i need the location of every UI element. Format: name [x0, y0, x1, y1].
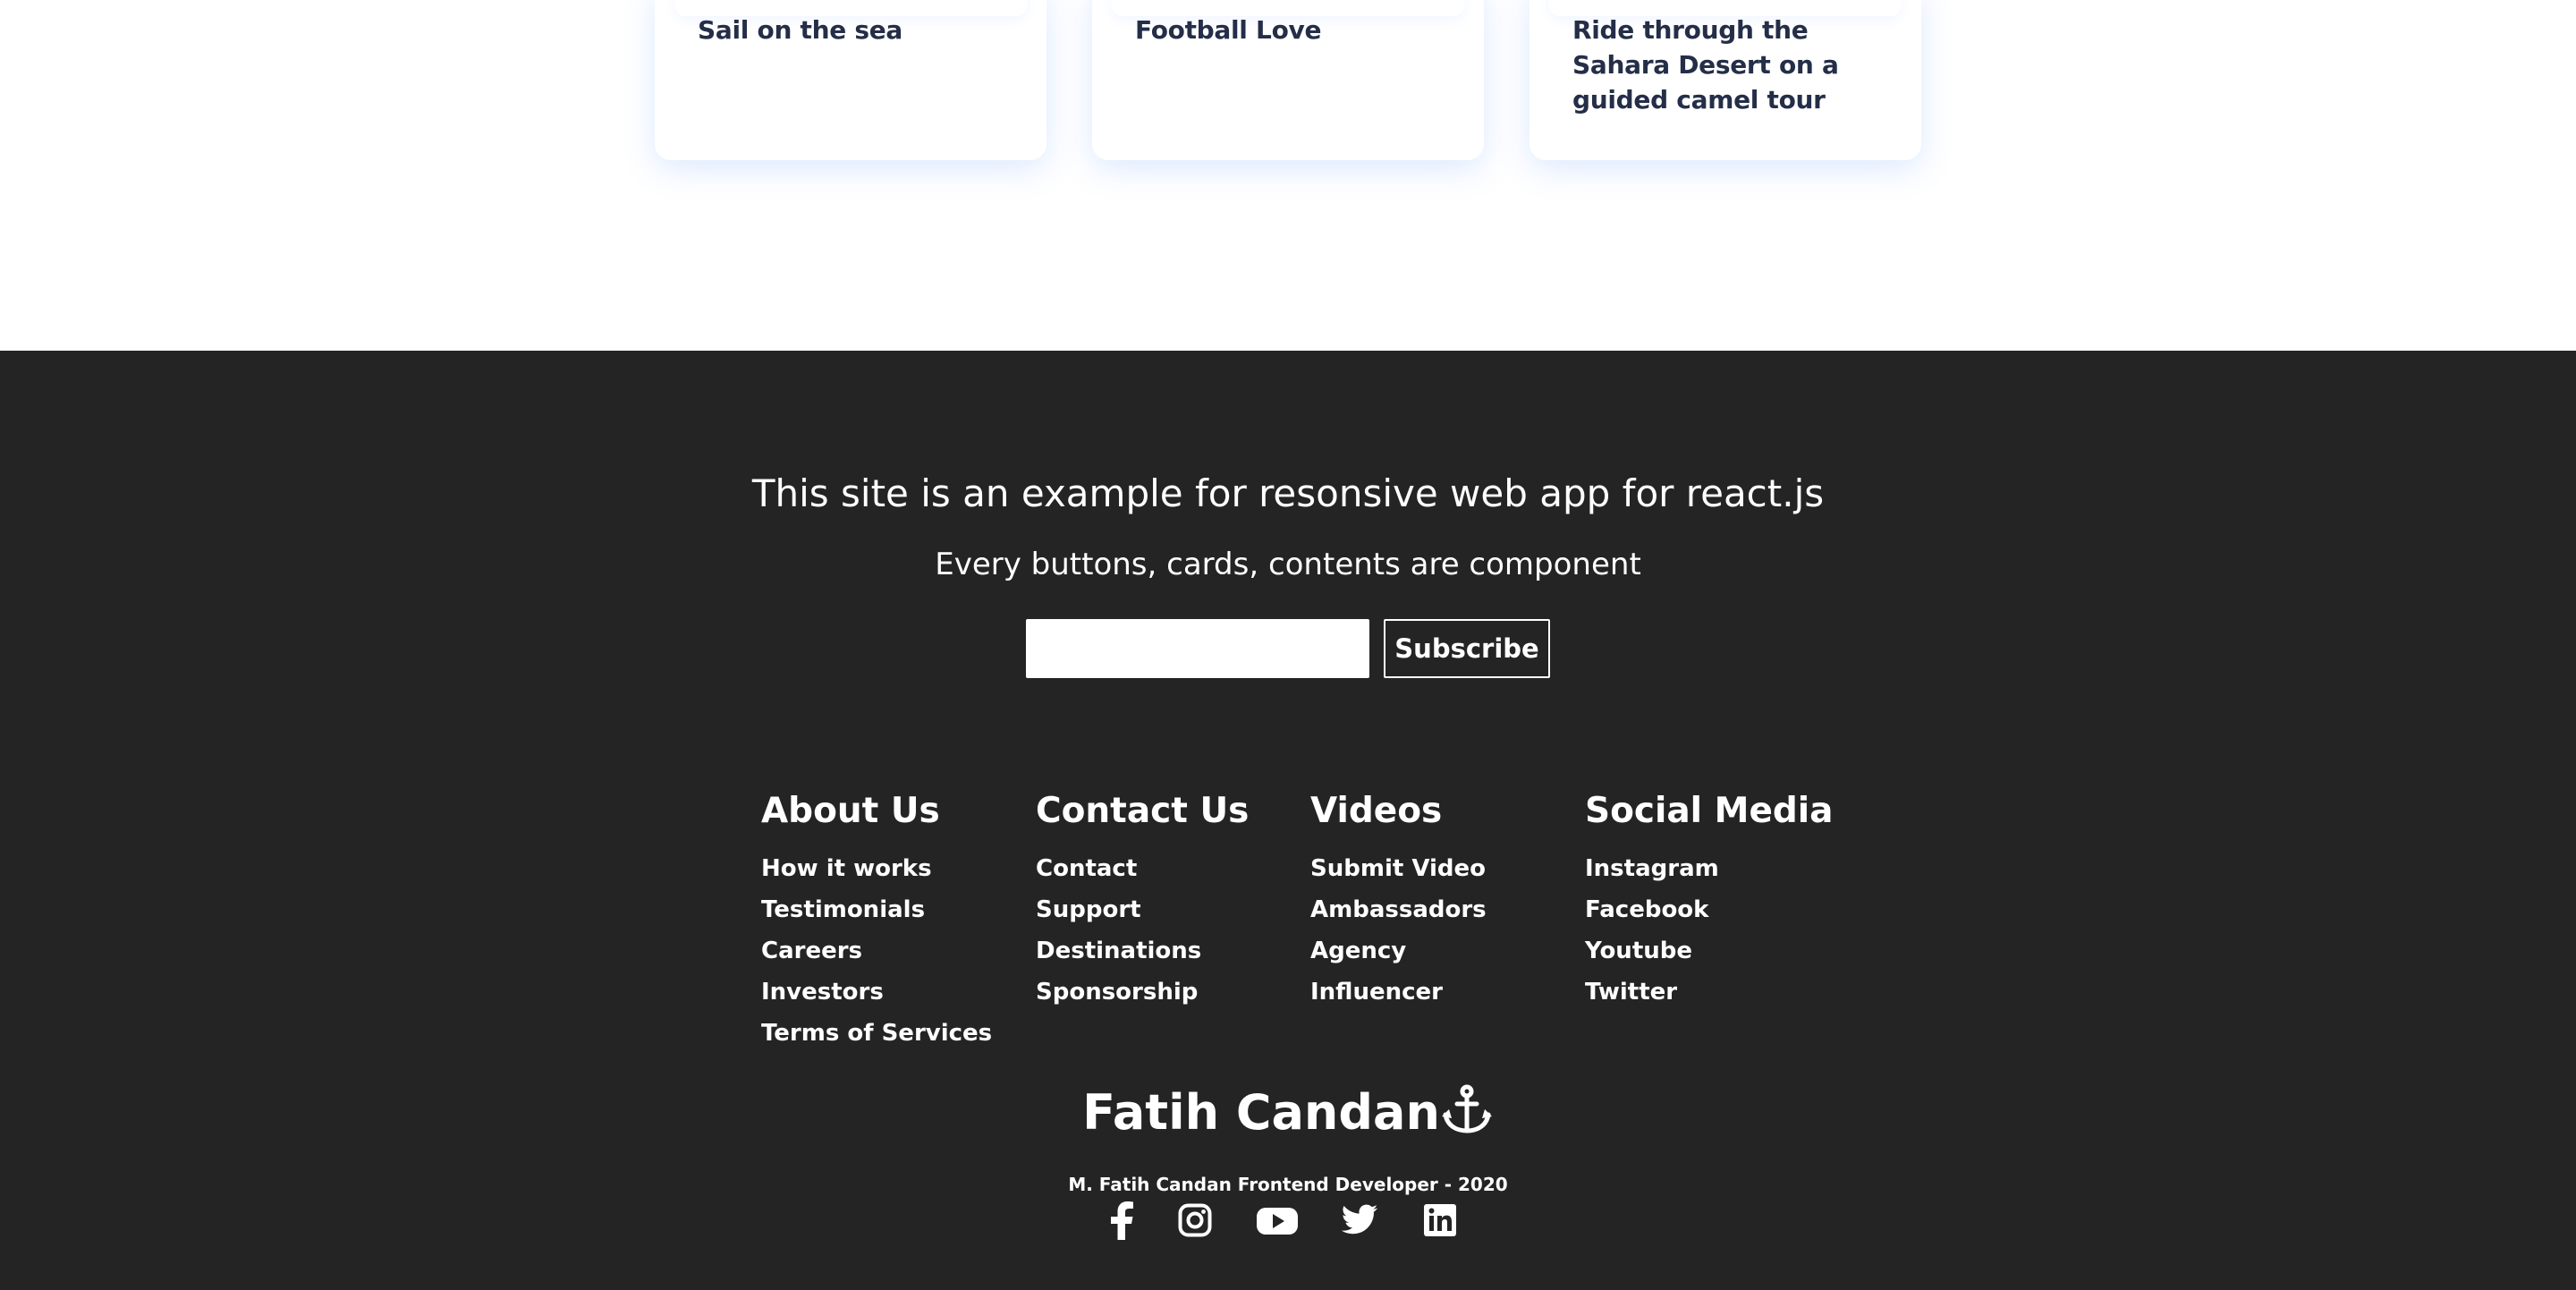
card-label: Football Love	[1135, 15, 1322, 45]
footer-link-twitter[interactable]: Twitter	[1585, 972, 1853, 1013]
brand-name: Fatih Candan	[1082, 1084, 1440, 1141]
subscription-heading: This site is an example for resonsive we…	[751, 471, 1825, 515]
footer-link-agency[interactable]: Agency	[1310, 930, 1579, 972]
footer-link-careers[interactable]: Careers	[761, 930, 1030, 972]
footer-column-title: Social Media	[1585, 791, 1834, 831]
anchor-icon	[1440, 1084, 1494, 1134]
card-label: Sail on the sea	[698, 15, 903, 45]
cards-section: Sail on the sea Football Love Ride throu…	[0, 0, 2576, 351]
footer-link-investors[interactable]: Investors	[761, 972, 1030, 1013]
footer-link-how-it-works[interactable]: How it works	[761, 848, 1030, 889]
footer: This site is an example for resonsive we…	[0, 351, 2576, 1290]
footer-link-ambassadors[interactable]: Ambassadors	[1310, 889, 1579, 930]
copyright-text: M. Fatih Candan Frontend Developer - 202…	[1068, 1174, 1508, 1195]
footer-link-sponsorship[interactable]: Sponsorship	[1036, 972, 1304, 1013]
footer-link-facebook[interactable]: Facebook	[1585, 889, 1853, 930]
subscribe-button[interactable]: Subscribe	[1384, 619, 1550, 678]
card-football-love[interactable]: Football Love	[1092, 0, 1484, 160]
card-sail-on-the-sea[interactable]: Sail on the sea	[655, 0, 1046, 160]
instagram-icon[interactable]	[1177, 1201, 1213, 1240]
footer-link-youtube[interactable]: Youtube	[1585, 930, 1853, 972]
card-label: Ride through the Sahara Desert on a guid…	[1572, 15, 1839, 115]
brand-logo[interactable]: Fatih Candan	[0, 1084, 2576, 1141]
footer-column-title: Contact Us	[1036, 791, 1250, 831]
card-camel-tour[interactable]: Ride through the Sahara Desert on a guid…	[1530, 0, 1921, 160]
footer-column-contact-us: Contact Us Contact Support Destinations …	[1036, 791, 1304, 1013]
footer-link-contact[interactable]: Contact	[1036, 848, 1304, 889]
facebook-icon[interactable]	[1106, 1201, 1138, 1240]
footer-link-support[interactable]: Support	[1036, 889, 1304, 930]
twitter-icon[interactable]	[1340, 1201, 1379, 1240]
linkedin-icon[interactable]	[1422, 1201, 1458, 1240]
footer-column-videos: Videos Submit Video Ambassadors Agency I…	[1310, 791, 1579, 1013]
footer-link-influencer[interactable]: Influencer	[1310, 972, 1579, 1013]
footer-link-terms-of-services[interactable]: Terms of Services	[761, 1013, 1030, 1054]
footer-link-testimonials[interactable]: Testimonials	[761, 889, 1030, 930]
footer-column-title: Videos	[1310, 791, 1443, 831]
footer-column-title: About Us	[761, 791, 940, 831]
footer-column-social-media: Social Media Instagram Facebook Youtube …	[1585, 791, 1853, 1013]
subscription-text: Every buttons, cards, contents are compo…	[935, 547, 1641, 582]
footer-link-destinations[interactable]: Destinations	[1036, 930, 1304, 972]
footer-link-submit-video[interactable]: Submit Video	[1310, 848, 1579, 889]
youtube-icon[interactable]	[1256, 1201, 1299, 1240]
social-icons-row	[1106, 1201, 1463, 1247]
footer-column-about-us: About Us How it works Testimonials Caree…	[761, 791, 1030, 1054]
footer-link-instagram[interactable]: Instagram	[1585, 848, 1853, 889]
email-input[interactable]	[1026, 619, 1369, 678]
